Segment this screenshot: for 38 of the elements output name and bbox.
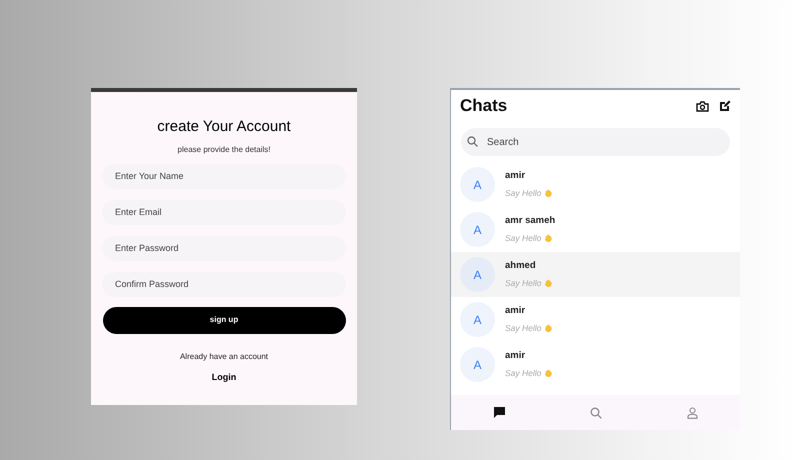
waving-hand-icon: [544, 189, 554, 198]
contact-name: amir: [505, 169, 526, 183]
avatar: A: [460, 212, 495, 247]
screen-title: Chats: [460, 95, 508, 118]
input-field[interactable]: Enter Email: [102, 200, 346, 224]
camera-icon[interactable]: [696, 100, 709, 112]
contact-name: amir: [505, 349, 526, 363]
search-icon: [467, 136, 478, 147]
waving-hand-icon: [544, 324, 554, 334]
message-preview: Say Hello: [505, 232, 542, 245]
input-field[interactable]: Confirm Password: [102, 272, 346, 296]
search-icon[interactable]: [590, 406, 602, 418]
message-preview: Say Hello: [505, 187, 542, 200]
contact-name: ahmed: [505, 259, 537, 273]
profile-icon[interactable]: [686, 406, 698, 418]
avatar: A: [460, 347, 495, 382]
input-field[interactable]: Enter Password: [102, 236, 346, 260]
waving-hand-icon: [544, 279, 554, 288]
avatar: A: [460, 302, 495, 337]
chat-bubble-icon[interactable]: [493, 406, 506, 419]
sign-up-button[interactable]: sign up: [102, 306, 346, 334]
waving-hand-icon: [544, 369, 554, 378]
form-title: create Your Account: [157, 117, 291, 137]
login-prompt: Already have an account: [180, 350, 268, 362]
contact-name: amr sameh: [505, 214, 556, 228]
waving-hand-icon: [544, 234, 554, 244]
message-preview: Say Hello: [505, 322, 542, 335]
input-field[interactable]: Enter Your Name: [102, 164, 346, 188]
message-preview: Say Hello: [505, 277, 542, 290]
avatar: A: [460, 257, 495, 292]
login-link[interactable]: Login: [212, 370, 236, 384]
form-subtitle: please provide the details!: [178, 144, 270, 156]
message-preview: Say Hello: [505, 367, 542, 380]
avatar: A: [460, 167, 495, 202]
search-field[interactable]: Search: [461, 128, 730, 156]
edit-icon[interactable]: [719, 100, 731, 112]
chat-row[interactable]: A ahmed Say Hello: [451, 252, 740, 297]
contact-name: amir: [505, 304, 526, 318]
